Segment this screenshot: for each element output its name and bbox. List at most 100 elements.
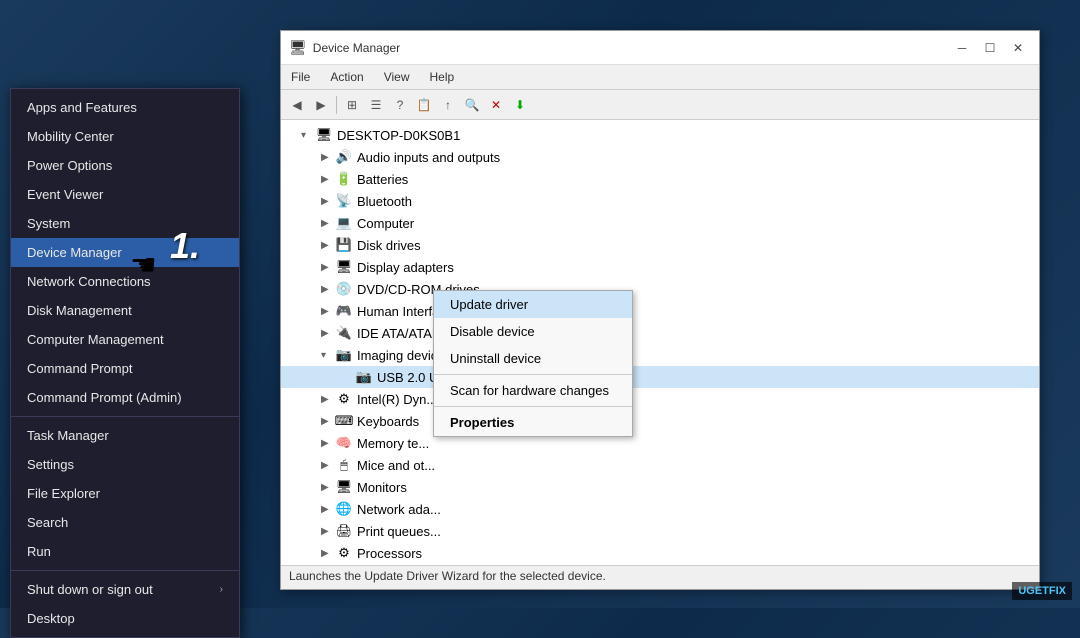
sidebar-item-mobility-center[interactable]: Mobility Center: [11, 122, 239, 151]
expand-icon: ▶: [321, 152, 335, 163]
expand-icon: ▶: [321, 284, 335, 295]
sidebar-item-apps-features[interactable]: Apps and Features: [11, 93, 239, 122]
tree-item-ide[interactable]: ▶ 🔌 IDE ATA/ATAPI controllers: [281, 322, 1039, 344]
mice-icon: 🖱: [335, 456, 353, 474]
sidebar-item-command-prompt-admin[interactable]: Command Prompt (Admin): [11, 383, 239, 412]
tree-item-keyboards[interactable]: ▶ ⌨ Keyboards: [281, 410, 1039, 432]
menu-divider-1: [11, 416, 239, 417]
expand-imaging-icon: ▾: [321, 350, 335, 361]
expand-icon: ▶: [321, 526, 335, 537]
sidebar-item-run[interactable]: Run: [11, 537, 239, 566]
print-icon: 🖨: [335, 522, 353, 540]
tree-item-dvd[interactable]: ▶ 💿 DVD/CD-ROM drives: [281, 278, 1039, 300]
sidebar-item-command-prompt[interactable]: Command Prompt: [11, 354, 239, 383]
device-manager-window: 🖥 Device Manager ─ ☐ ✕ File Action View …: [280, 30, 1040, 590]
expand-icon: ▶: [321, 394, 335, 405]
ctx-update-driver[interactable]: Update driver: [434, 291, 632, 318]
ctx-separator: [434, 374, 632, 375]
sidebar-item-shutdown[interactable]: Shut down or sign out ›: [11, 575, 239, 604]
toolbar-refresh[interactable]: ⬇: [509, 94, 531, 116]
menu-divider-2: [11, 570, 239, 571]
tree-item-monitors[interactable]: ▶ 🖥 Monitors: [281, 476, 1039, 498]
tree-item-disk-drives[interactable]: ▶ 💾 Disk drives: [281, 234, 1039, 256]
sidebar-item-event-viewer[interactable]: Event Viewer: [11, 180, 239, 209]
display-icon: 🖥: [335, 258, 353, 276]
tree-item-mice[interactable]: ▶ 🖱 Mice and ot...: [281, 454, 1039, 476]
expand-icon: ▶: [321, 482, 335, 493]
sidebar-item-search[interactable]: Search: [11, 508, 239, 537]
expand-icon: ▶: [321, 240, 335, 251]
expand-icon: ▶: [321, 218, 335, 229]
minimize-button[interactable]: ─: [949, 37, 975, 59]
toolbar-properties[interactable]: 📋: [413, 94, 435, 116]
sidebar-item-file-explorer[interactable]: File Explorer: [11, 479, 239, 508]
toolbar-back[interactable]: ◀: [286, 94, 308, 116]
sidebar-item-system[interactable]: System: [11, 209, 239, 238]
ctx-properties[interactable]: Properties: [434, 409, 632, 436]
toolbar-list[interactable]: ☰: [365, 94, 387, 116]
computer-node-icon: 💻: [335, 214, 353, 232]
webcam-icon: 📷: [355, 368, 373, 386]
toolbar-remove[interactable]: ✕: [485, 94, 507, 116]
sidebar-item-settings[interactable]: Settings: [11, 450, 239, 479]
tree-view[interactable]: ▾ 🖥 DESKTOP-D0KS0B1 ▶ 🔊 Audio inputs and…: [281, 120, 1039, 565]
sidebar-item-network-connections[interactable]: Network Connections: [11, 267, 239, 296]
menu-help[interactable]: Help: [420, 67, 465, 87]
chevron-right-icon: ›: [220, 584, 223, 595]
tree-item-webcam[interactable]: 📷 USB 2.0 UVC HD Webcam: [281, 366, 1039, 388]
tree-item-audio[interactable]: ▶ 🔊 Audio inputs and outputs: [281, 146, 1039, 168]
window-title-left: 🖥 Device Manager: [289, 39, 400, 56]
tree-item-print[interactable]: ▶ 🖨 Print queues...: [281, 520, 1039, 542]
menu-view[interactable]: View: [374, 67, 420, 87]
sidebar-item-task-manager[interactable]: Task Manager: [11, 421, 239, 450]
toolbar-grid[interactable]: ⊞: [341, 94, 363, 116]
intel-icon: ⚙: [335, 390, 353, 408]
processors-icon: ⚙: [335, 544, 353, 562]
tree-item-display[interactable]: ▶ 🖥 Display adapters: [281, 256, 1039, 278]
start-menu: Apps and Features Mobility Center Power …: [10, 88, 240, 638]
tree-item-hid[interactable]: ▶ 🎮 Human Interface Devices: [281, 300, 1039, 322]
ctx-disable-device[interactable]: Disable device: [434, 318, 632, 345]
close-button[interactable]: ✕: [1005, 37, 1031, 59]
tree-root-label: DESKTOP-D0KS0B1: [337, 128, 460, 143]
keyboard-icon: ⌨: [335, 412, 353, 430]
expand-icon: ▶: [321, 174, 335, 185]
toolbar-help[interactable]: ?: [389, 94, 411, 116]
maximize-button[interactable]: ☐: [977, 37, 1003, 59]
sidebar-item-desktop[interactable]: Desktop: [11, 604, 239, 633]
sidebar-item-computer-management[interactable]: Computer Management: [11, 325, 239, 354]
status-text: Launches the Update Driver Wizard for th…: [289, 569, 606, 583]
expand-icon: ▶: [321, 306, 335, 317]
toolbar-update[interactable]: ↑: [437, 94, 459, 116]
sidebar-item-disk-management[interactable]: Disk Management: [11, 296, 239, 325]
window-toolbar: ◀ ▶ ⊞ ☰ ? 📋 ↑ 🔍 ✕ ⬇: [281, 90, 1039, 120]
toolbar-scan[interactable]: 🔍: [461, 94, 483, 116]
watermark: UGETFIX: [1012, 582, 1072, 600]
tree-item-bluetooth[interactable]: ▶ 📡 Bluetooth: [281, 190, 1039, 212]
expand-icon: ▶: [321, 196, 335, 207]
network-icon: 🌐: [335, 500, 353, 518]
tree-item-memory[interactable]: ▶ 🧠 Memory te...: [281, 432, 1039, 454]
tree-root-node[interactable]: ▾ 🖥 DESKTOP-D0KS0B1: [281, 124, 1039, 146]
menu-file[interactable]: File: [281, 67, 320, 87]
tree-item-processors[interactable]: ▶ ⚙ Processors: [281, 542, 1039, 564]
sidebar-item-device-manager[interactable]: Device Manager: [11, 238, 239, 267]
toolbar-forward[interactable]: ▶: [310, 94, 332, 116]
tree-item-computer[interactable]: ▶ 💻 Computer: [281, 212, 1039, 234]
window-controls: ─ ☐ ✕: [949, 37, 1031, 59]
sidebar-item-power-options[interactable]: Power Options: [11, 151, 239, 180]
device-manager-icon: 🖥: [289, 39, 307, 56]
bluetooth-icon: 📡: [335, 192, 353, 210]
menu-action[interactable]: Action: [320, 67, 373, 87]
expand-icon: ▶: [321, 548, 335, 559]
window-titlebar: 🖥 Device Manager ─ ☐ ✕: [281, 31, 1039, 65]
ctx-uninstall-device[interactable]: Uninstall device: [434, 345, 632, 372]
audio-icon: 🔊: [335, 148, 353, 166]
dvd-icon: 💿: [335, 280, 353, 298]
ctx-scan-hardware[interactable]: Scan for hardware changes: [434, 377, 632, 404]
tree-item-intel[interactable]: ▶ ⚙ Intel(R) Dyn...: [281, 388, 1039, 410]
tree-item-batteries[interactable]: ▶ 🔋 Batteries: [281, 168, 1039, 190]
tree-item-imaging[interactable]: ▾ 📷 Imaging devices: [281, 344, 1039, 366]
tree-item-network[interactable]: ▶ 🌐 Network ada...: [281, 498, 1039, 520]
window-menubar: File Action View Help: [281, 65, 1039, 90]
